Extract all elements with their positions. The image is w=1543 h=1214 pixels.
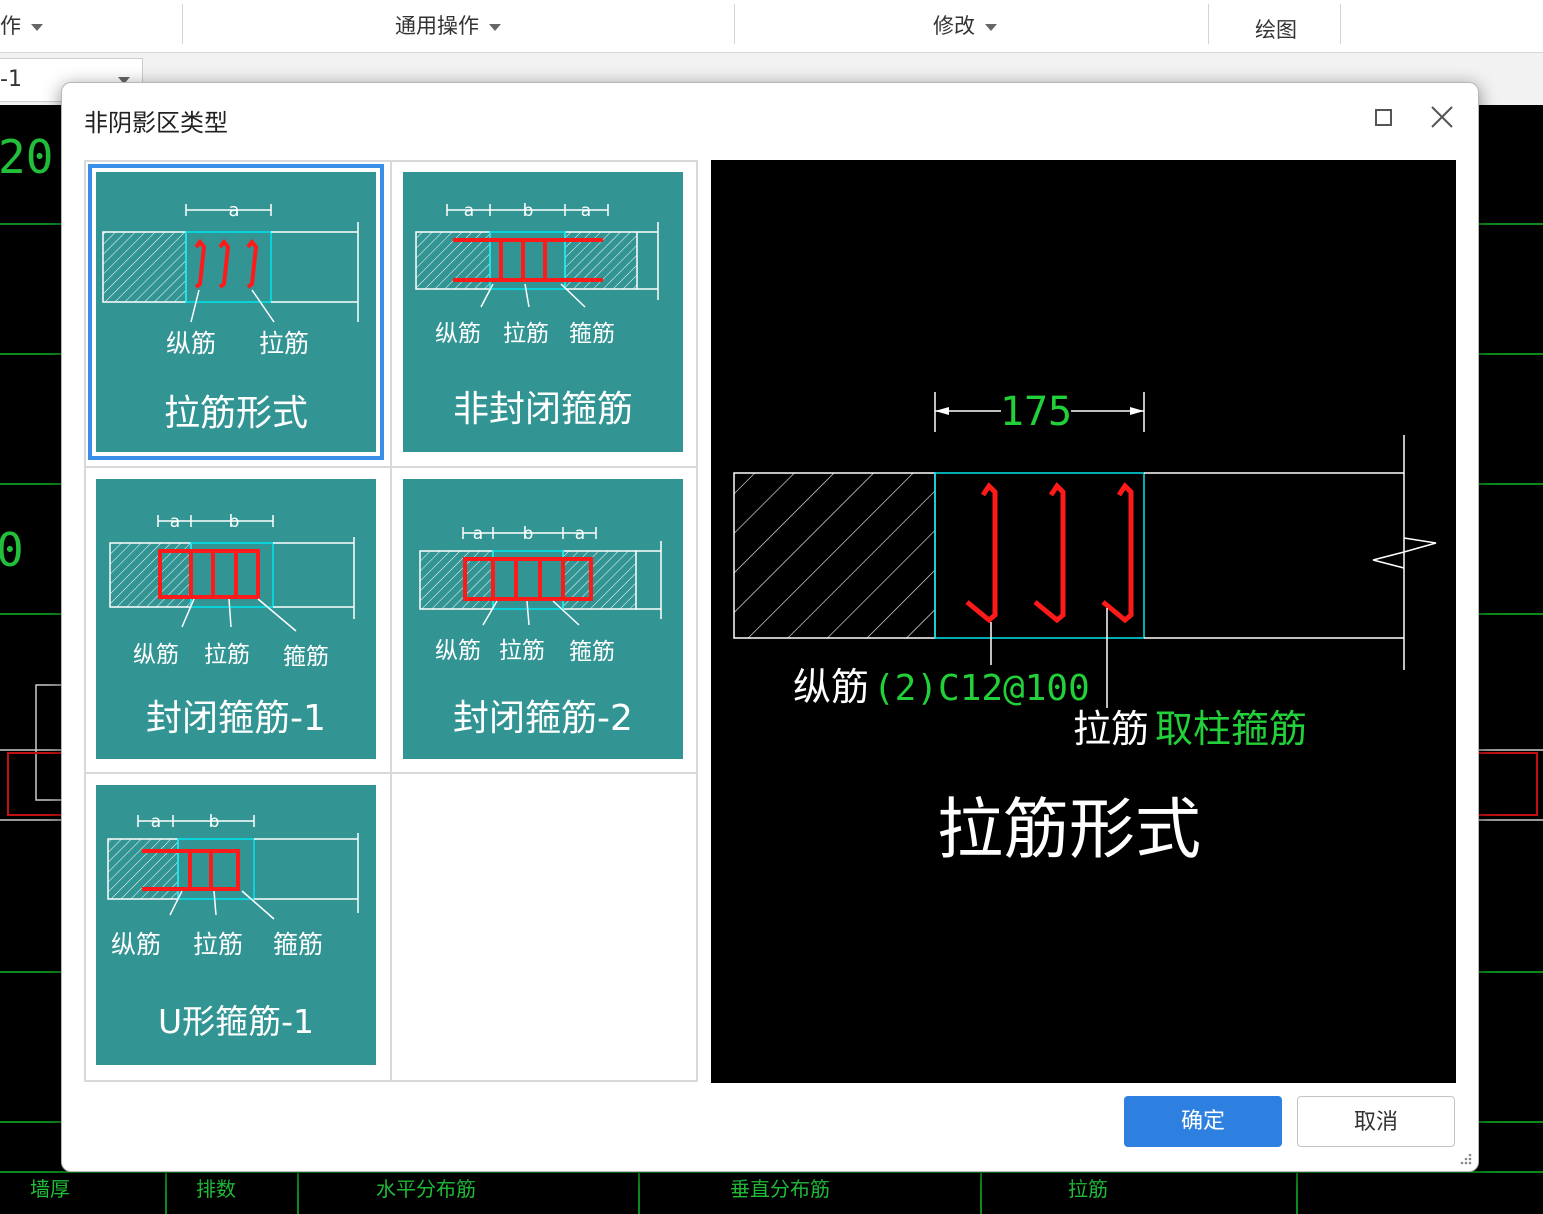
longitudinal-label: 纵筋 bbox=[793, 665, 869, 709]
label-tie: 拉筋 bbox=[193, 930, 244, 959]
option-title: 封闭箍筋-2 bbox=[453, 698, 633, 739]
option-thumbnail: a b 纵筋 拉筋 箍筋 U形箍筋-1 bbox=[96, 785, 376, 1065]
separator bbox=[734, 4, 735, 44]
option-title: U形箍筋-1 bbox=[157, 1002, 315, 1041]
dimension-label: 175 bbox=[1000, 389, 1072, 435]
separator bbox=[182, 4, 183, 44]
dim-label: a bbox=[228, 200, 239, 221]
close-icon[interactable] bbox=[1428, 103, 1456, 131]
option-u-stirrup-1[interactable]: a b 纵筋 拉筋 箍筋 U形箍筋-1 bbox=[86, 775, 391, 1080]
option-thumbnail: a b a 纵筋 bbox=[403, 172, 683, 452]
dim-label: b bbox=[523, 201, 534, 221]
ribbon-group-1-label: 作 bbox=[0, 14, 21, 38]
label-tie: 拉筋 bbox=[259, 329, 310, 358]
label-stirrup: 箍筋 bbox=[569, 639, 615, 665]
dim-label: a bbox=[151, 812, 161, 832]
dim-label: b bbox=[229, 512, 240, 532]
option-title: 封闭箍筋-1 bbox=[146, 698, 326, 739]
dim-label: a bbox=[464, 201, 474, 221]
label-stirrup: 箍筋 bbox=[283, 644, 329, 670]
floor-combo-value: -1 bbox=[0, 67, 22, 92]
option-thumbnail: a 纵筋 拉筋 拉筋形式 bbox=[88, 164, 384, 460]
dim-label: a bbox=[575, 524, 585, 544]
ribbon-toolbar: 作 通用操作 修改 绘图 bbox=[0, 0, 1543, 53]
option-title: 拉筋形式 bbox=[163, 393, 308, 434]
option-grid: a 纵筋 拉筋 拉筋形式 a b a 纵筋 拉筋 箍筋 非封闭箍筋 a b 纵筋… bbox=[84, 160, 698, 1082]
label-longitudinal: 纵筋 bbox=[435, 638, 481, 664]
dim-label: a bbox=[170, 512, 180, 532]
label-tie: 拉筋 bbox=[503, 321, 549, 347]
longitudinal-value: (2)C12@100 bbox=[873, 668, 1090, 709]
ribbon-group-1[interactable]: 作 bbox=[0, 0, 43, 52]
maximize-icon[interactable] bbox=[1375, 109, 1392, 126]
ribbon-group-modify[interactable]: 修改 bbox=[933, 0, 997, 52]
separator bbox=[1340, 4, 1341, 44]
label-tie: 拉筋 bbox=[499, 638, 545, 664]
chevron-down-icon bbox=[985, 23, 997, 31]
option-open-stirrup[interactable]: a b a 纵筋 拉筋 箍筋 非封闭箍筋 bbox=[393, 162, 698, 467]
preview-panel: 175 纵筋 (2)C12@100 拉筋 取柱箍筋 拉筋形式 bbox=[711, 160, 1456, 1083]
label-longitudinal: 纵筋 bbox=[435, 321, 481, 347]
option-thumbnail: a b a 纵筋 bbox=[403, 479, 683, 759]
dim-label: a bbox=[473, 524, 483, 544]
dim-label: b bbox=[209, 812, 220, 832]
preview-title: 拉筋形式 bbox=[937, 791, 1201, 868]
non-shadow-zone-type-dialog: 非阴影区类型 a 纵筋 拉筋 拉筋形式 a b a 纵筋 拉筋 箍筋 非封闭箍筋… bbox=[61, 82, 1479, 1172]
option-closed-stirrup-1[interactable]: a b 纵筋 拉筋 箍筋 封闭箍筋-1 bbox=[86, 469, 391, 774]
resize-grip-icon[interactable] bbox=[1458, 1151, 1472, 1165]
ok-button[interactable]: 确定 bbox=[1124, 1096, 1282, 1147]
option-thumbnail: a b 纵筋 拉筋 箍筋 封闭箍筋-1 bbox=[96, 479, 376, 759]
option-closed-stirrup-2[interactable]: a b a 纵筋 拉筋 箍筋 封闭箍筋-2 bbox=[393, 469, 698, 774]
ribbon-group-modify-label: 修改 bbox=[933, 14, 975, 38]
ribbon-group-draw-label: 绘图 bbox=[1255, 18, 1297, 42]
option-tie-form[interactable]: a 纵筋 拉筋 拉筋形式 bbox=[86, 162, 391, 467]
dim-label: a bbox=[581, 201, 591, 221]
dialog-title: 非阴影区类型 bbox=[84, 109, 228, 137]
label-stirrup: 箍筋 bbox=[569, 321, 615, 347]
ribbon-group-draw[interactable]: 绘图 bbox=[1255, 4, 1297, 56]
option-title: 非封闭箍筋 bbox=[452, 389, 633, 430]
tie-label: 拉筋 bbox=[1073, 707, 1149, 751]
label-longitudinal: 纵筋 bbox=[111, 930, 162, 959]
dim-label: b bbox=[523, 524, 534, 544]
label-longitudinal: 纵筋 bbox=[166, 329, 217, 358]
label-tie: 拉筋 bbox=[204, 642, 250, 668]
chevron-down-icon bbox=[489, 23, 501, 31]
ribbon-group-common-label: 通用操作 bbox=[395, 14, 479, 38]
chevron-down-icon bbox=[31, 23, 43, 31]
label-stirrup: 箍筋 bbox=[273, 930, 324, 959]
tie-value: 取柱箍筋 bbox=[1155, 707, 1307, 751]
separator bbox=[1208, 4, 1209, 44]
cancel-button[interactable]: 取消 bbox=[1297, 1096, 1455, 1147]
ribbon-group-common[interactable]: 通用操作 bbox=[395, 0, 501, 52]
label-longitudinal: 纵筋 bbox=[133, 642, 179, 668]
preview-diagram: 175 纵筋 (2)C12@100 拉筋 取柱箍筋 拉筋形式 bbox=[733, 389, 1437, 868]
